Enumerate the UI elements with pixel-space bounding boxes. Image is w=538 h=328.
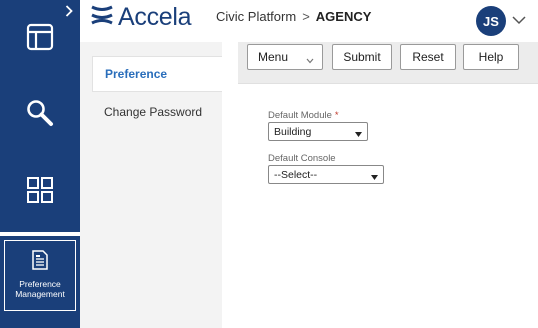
default-console-value: --Select-- [274, 168, 318, 181]
preference-management-label: Preference Management [15, 279, 65, 299]
action-toolbar: Menu Submit Reset Help [238, 42, 538, 84]
chevron-down-icon[interactable] [512, 12, 526, 30]
breadcrumb: Civic Platform > AGENCY [216, 9, 371, 24]
chevron-down-icon [306, 53, 314, 67]
default-module-select[interactable]: Building [268, 122, 368, 141]
document-icon [32, 250, 48, 275]
breadcrumb-platform[interactable]: Civic Platform [216, 9, 296, 24]
nav-item-preference[interactable]: Preference [92, 56, 222, 92]
accela-logo-icon [91, 5, 113, 30]
search-button[interactable] [0, 90, 80, 140]
breadcrumb-agency: AGENCY [315, 9, 372, 24]
side-rail: Preference Management [0, 0, 80, 328]
menu-button[interactable]: Menu [247, 44, 323, 70]
accela-logo[interactable]: Accela [91, 2, 192, 31]
help-button[interactable]: Help [463, 44, 519, 70]
logo-text: Accela [118, 2, 192, 31]
default-console-select[interactable]: --Select-- [268, 165, 384, 184]
apps-button[interactable] [0, 166, 80, 218]
submit-button[interactable]: Submit [332, 44, 392, 70]
dashboard-icon [26, 23, 54, 56]
dropdown-arrow-icon [371, 172, 378, 184]
menu-label: Menu [258, 50, 289, 64]
dashboard-button[interactable] [0, 14, 80, 64]
reset-button[interactable]: Reset [400, 44, 456, 70]
apps-grid-icon [26, 176, 54, 209]
default-module-value: Building [274, 125, 312, 138]
breadcrumb-separator: > [302, 9, 310, 24]
default-console-label: Default Console [268, 153, 336, 164]
default-module-label: Default Module * [268, 110, 339, 121]
nav-item-change-password[interactable]: Change Password [104, 105, 202, 119]
nav-item-label: Preference [105, 67, 168, 81]
preference-management-button[interactable]: Preference Management [4, 240, 76, 311]
user-avatar[interactable]: JS [476, 6, 506, 36]
preference-nav-panel: Preference Change Password [80, 42, 222, 328]
rail-divider [0, 232, 80, 236]
required-marker: * [334, 110, 339, 121]
search-icon [25, 98, 55, 133]
dropdown-arrow-icon [355, 129, 362, 141]
